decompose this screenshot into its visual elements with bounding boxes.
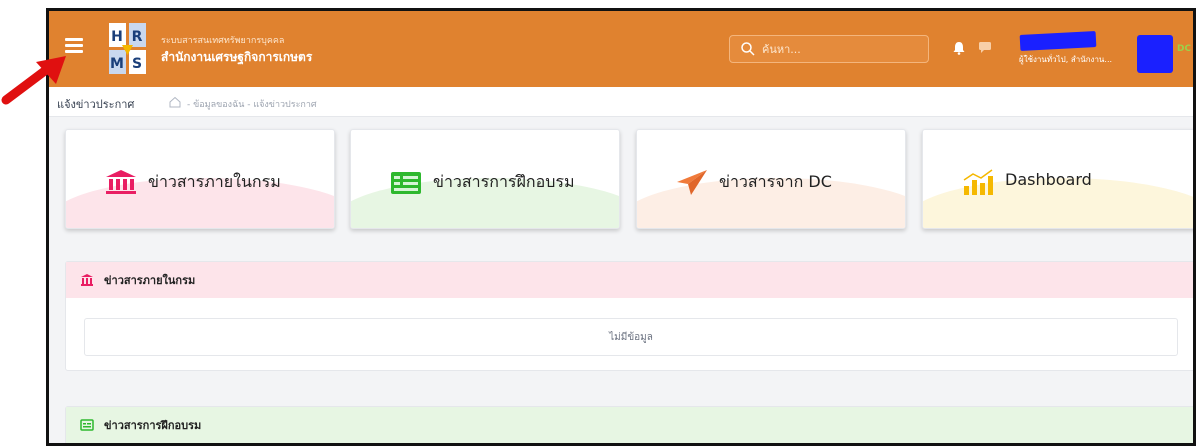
paper-plane-icon xyxy=(677,170,707,195)
card-dashboard[interactable]: Dashboard xyxy=(922,129,1193,229)
card-label: Dashboard xyxy=(1005,170,1092,189)
svg-text:R: R xyxy=(132,29,143,45)
panel-training-news: ข่าวสารการฝึกอบรม xyxy=(65,406,1193,443)
empty-state: ไม่มีข้อมูล xyxy=(84,318,1178,356)
card-training-news[interactable]: ข่าวสารการฝึกอบรม xyxy=(350,129,620,229)
svg-text:S: S xyxy=(132,56,142,72)
top-header: H R M S ระบบสารสนเทศทรัพยากรบุคคล สำนักง… xyxy=(49,11,1193,87)
hamburger-menu-button[interactable] xyxy=(65,38,83,54)
breadcrumb-bar: แจ้งข่าวประกาศ - ข้อมูลของฉัน - แจ้งข่าว… xyxy=(49,87,1193,117)
app-window: H R M S ระบบสารสนเทศทรัพยากรบุคคล สำนักง… xyxy=(46,8,1196,446)
card-label: ข่าวสารจาก DC xyxy=(719,172,832,191)
bell-icon[interactable] xyxy=(952,41,966,55)
home-icon[interactable] xyxy=(169,96,181,108)
search-box[interactable] xyxy=(729,35,929,63)
card-label: ข่าวสารการฝึกอบรม xyxy=(433,172,575,191)
panel-title: ข่าวสารภายในกรม xyxy=(104,274,196,287)
card-internal-news[interactable]: ข่าวสารภายในกรม xyxy=(65,129,335,229)
panel-header: ข่าวสารการฝึกอบรม xyxy=(66,407,1193,443)
redacted-avatar[interactable] xyxy=(1137,35,1173,73)
panel-internal-news: ข่าวสารภายในกรม ไม่มีข้อมูล xyxy=(65,261,1193,371)
card-label: ข่าวสารภายในกรม xyxy=(148,172,281,191)
institution-icon xyxy=(81,274,93,286)
chat-icon[interactable] xyxy=(978,41,992,53)
bar-chart-icon xyxy=(963,169,993,195)
svg-text:H: H xyxy=(111,29,123,45)
avatar-badge: DC xyxy=(1177,44,1192,54)
panel-title: ข่าวสารการฝึกอบรม xyxy=(104,419,202,432)
red-arrow-annotation xyxy=(1,56,66,105)
search-icon xyxy=(741,42,755,56)
institution-icon xyxy=(106,170,136,194)
user-role: ผู้ใช้งานทั่วไป, สำนักงาน... xyxy=(1019,55,1113,64)
svg-text:M: M xyxy=(110,56,124,72)
breadcrumb: - ข้อมูลของฉัน - แจ้งข่าวประกาศ xyxy=(187,100,317,110)
org-subtitle: ระบบสารสนเทศทรัพยากรบุคคล xyxy=(161,36,285,46)
org-title: สำนักงานเศรษฐกิจการเกษตร xyxy=(161,50,313,64)
redacted-username xyxy=(1019,31,1097,51)
board-icon xyxy=(80,419,94,431)
board-icon xyxy=(391,172,421,194)
hrms-logo: H R M S xyxy=(109,23,146,74)
search-input[interactable] xyxy=(762,42,922,56)
panel-header: ข่าวสารภายในกรม xyxy=(66,262,1193,298)
card-dc-news[interactable]: ข่าวสารจาก DC xyxy=(636,129,906,229)
